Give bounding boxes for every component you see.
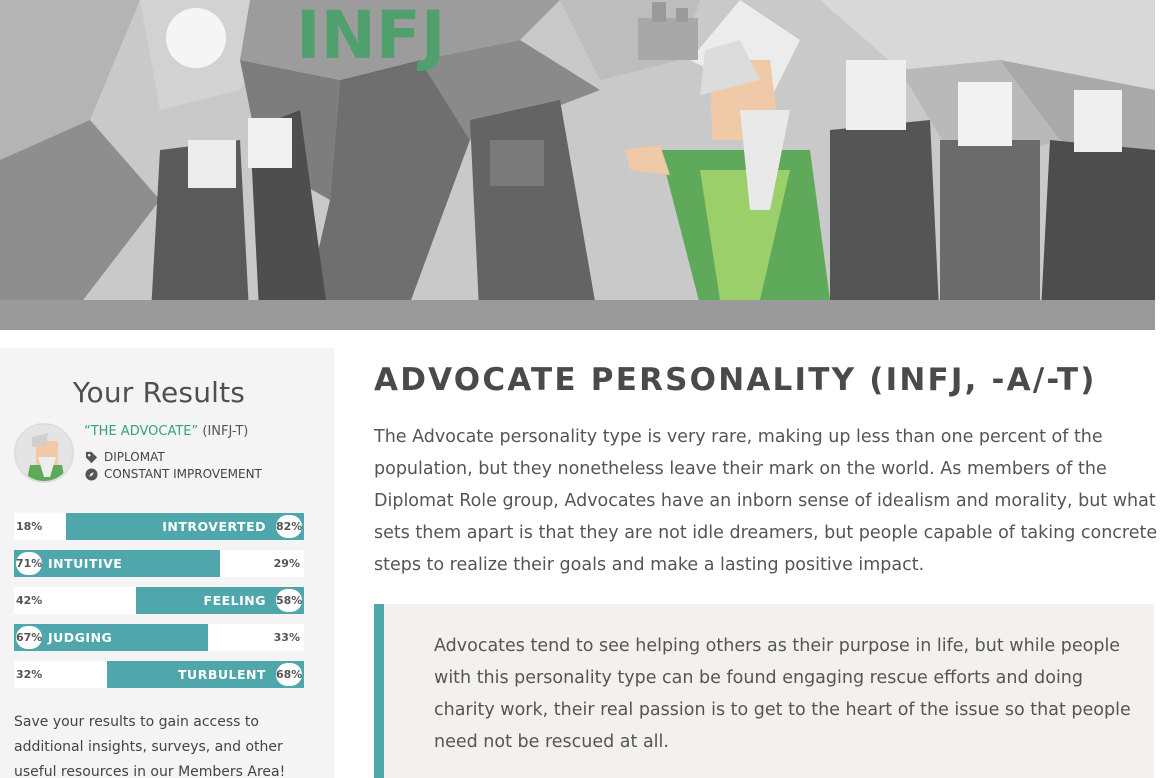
trait-left-percent: 18% <box>16 520 43 533</box>
trait-right-percent: 29% <box>273 557 300 570</box>
hero-illustration: INFJ <box>0 0 1155 330</box>
advocate-avatar <box>14 423 74 483</box>
results-sidebar: Your Results “THE ADVOCATE” (INFJ-T) DIP… <box>0 348 334 778</box>
trait-percent-pill: 58% <box>274 587 304 614</box>
results-title: Your Results <box>72 376 246 409</box>
trait-right-percent: 33% <box>273 631 300 644</box>
strategy-row: CONSTANT IMPROVEMENT <box>85 467 262 481</box>
quote-block: Advocates tend to see helping others as … <box>374 604 1154 778</box>
tag-icon <box>85 451 98 463</box>
trait-bars: 18% INTROVERTED 82% 71% INTUITIVE 29% 42… <box>14 513 304 698</box>
trait-left-percent: 42% <box>16 594 43 607</box>
trait-left-percent: 32% <box>16 668 43 681</box>
trait-label: FEELING <box>203 593 266 608</box>
quote-text: Advocates tend to see helping others as … <box>434 636 1131 752</box>
infj-sign: INFJ <box>296 0 445 74</box>
trait-percent-pill: 82% <box>274 513 304 540</box>
trait-bar-turbulent[interactable]: 32% TURBULENT 68% <box>14 661 304 688</box>
trait-label: JUDGING <box>48 630 113 645</box>
compass-icon <box>85 467 98 481</box>
trait-bar-feeling[interactable]: 42% FEELING 58% <box>14 587 304 614</box>
page-title: ADVOCATE PERSONALITY (INFJ, -A/-T) <box>374 362 1097 398</box>
type-heading: “THE ADVOCATE” (INFJ-T) <box>84 424 248 439</box>
strategy-label: CONSTANT IMPROVEMENT <box>104 467 262 481</box>
trait-percent-pill: 68% <box>274 661 304 688</box>
trait-label: INTUITIVE <box>48 556 123 571</box>
trait-bar-intuitive[interactable]: 71% INTUITIVE 29% <box>14 550 304 577</box>
type-code: (INFJ-T) <box>198 424 249 439</box>
trait-label: INTROVERTED <box>162 519 266 534</box>
intro-paragraph: The Advocate personality type is very ra… <box>374 427 1158 575</box>
role-label: DIPLOMAT <box>104 450 165 464</box>
trait-bar-introverted[interactable]: 18% INTROVERTED 82% <box>14 513 304 540</box>
trait-label: TURBULENT <box>178 667 266 682</box>
trait-percent-pill: 67% <box>14 624 44 651</box>
save-results-text: Save your results to gain access to addi… <box>14 714 286 778</box>
type-name-link[interactable]: “THE ADVOCATE” <box>84 424 198 439</box>
trait-percent-pill: 71% <box>14 550 44 577</box>
trait-bar-judging[interactable]: 67% JUDGING 33% <box>14 624 304 651</box>
role-row: DIPLOMAT <box>85 450 165 464</box>
